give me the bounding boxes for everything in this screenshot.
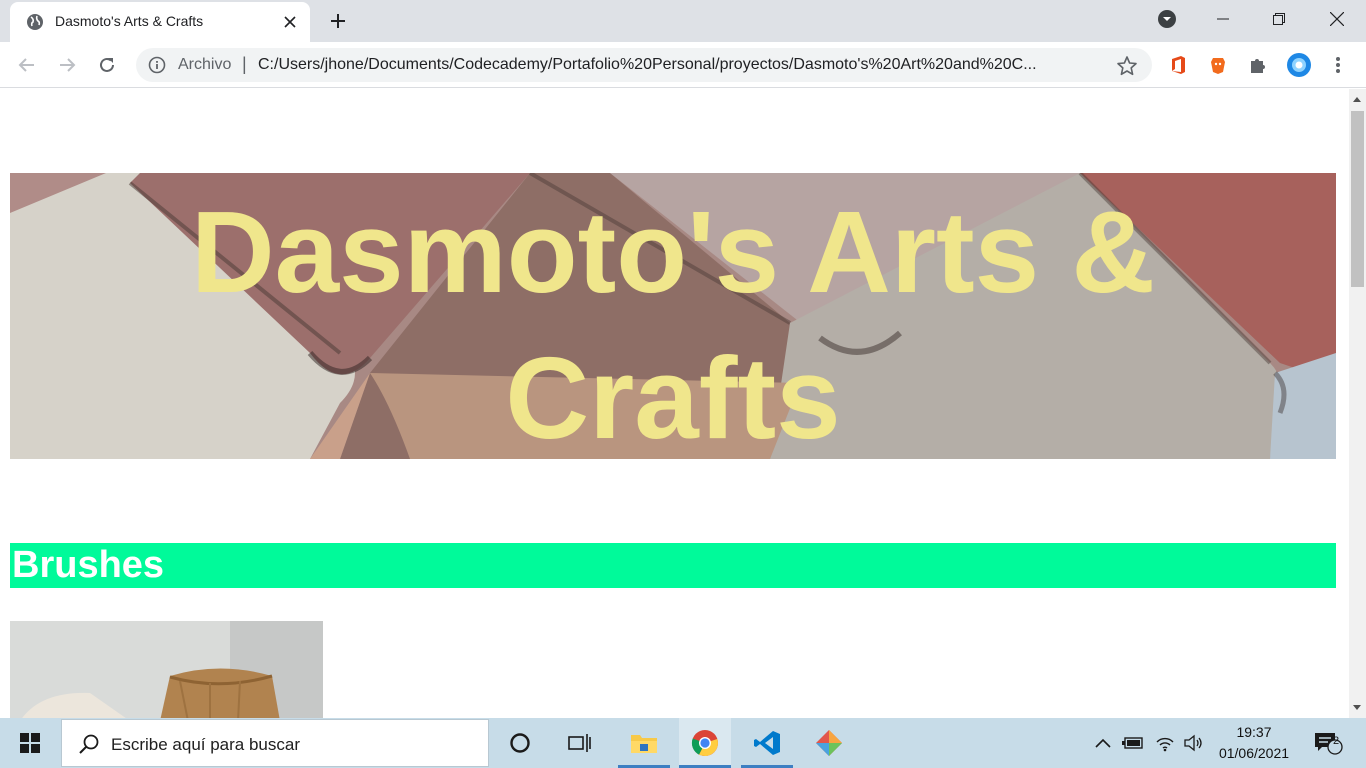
git-taskbar-button[interactable] — [803, 718, 855, 768]
chrome-taskbar-button[interactable] — [679, 718, 731, 768]
task-view-icon — [568, 734, 591, 752]
file-explorer-button[interactable] — [618, 718, 670, 768]
minimize-button[interactable] — [1194, 0, 1252, 38]
search-placeholder: Escribe aquí para buscar — [111, 735, 300, 754]
restore-icon — [1273, 13, 1285, 25]
hero-banner: Dasmoto's Arts & Crafts — [10, 173, 1336, 459]
tab-title: Dasmoto's Arts & Crafts — [55, 13, 204, 29]
scroll-up-icon[interactable] — [1353, 97, 1361, 102]
arrow-left-icon — [18, 58, 34, 72]
new-tab-button[interactable] — [324, 7, 352, 35]
taskbar-search-box[interactable]: Escribe aquí para buscar — [61, 719, 489, 767]
puzzle-extensions-icon — [1251, 59, 1265, 73]
brave-extension-button[interactable] — [1204, 51, 1232, 79]
clock-time: 19:37 — [1236, 724, 1272, 740]
kebab-menu-icon — [1336, 57, 1340, 73]
page-viewport: Dasmoto's Arts & Crafts Brushes — [0, 89, 1349, 718]
chrome-menu-button[interactable] — [1324, 51, 1352, 79]
close-icon — [1330, 12, 1344, 26]
tab-search-button[interactable] — [1138, 0, 1196, 38]
volume-control[interactable] — [1180, 718, 1206, 768]
brushes-section-heading: Brushes — [10, 543, 1336, 588]
chevron-up-icon — [1095, 738, 1111, 748]
brave-lion-icon — [1211, 58, 1225, 74]
windows-logo-icon — [20, 733, 40, 753]
page-scrollbar[interactable] — [1349, 89, 1366, 718]
chevron-down-circle-icon — [1158, 10, 1176, 28]
section-heading-text: Brushes — [12, 544, 165, 586]
minimize-icon — [1217, 18, 1229, 20]
action-center-button[interactable]: 2 — [1306, 718, 1350, 768]
notification-count-badge: 2 — [1332, 735, 1340, 747]
wifi-icon — [1156, 737, 1174, 752]
office-extension-button[interactable] — [1164, 51, 1192, 79]
url-text[interactable]: C:/Users/jhone/Documents/Codecademy/Port… — [258, 56, 1104, 74]
close-tab-button[interactable] — [278, 10, 302, 34]
battery-status[interactable] — [1120, 718, 1146, 768]
close-window-button[interactable] — [1308, 0, 1366, 38]
cortana-button[interactable] — [494, 718, 546, 768]
office-icon — [1172, 56, 1185, 74]
browser-toolbar: Archivo | C:/Users/jhone/Documents/Codec… — [0, 42, 1366, 88]
bookmark-star-icon[interactable] — [1116, 55, 1138, 77]
vscode-taskbar-button[interactable] — [741, 718, 793, 768]
search-icon — [79, 734, 99, 754]
reload-icon — [100, 57, 114, 72]
battery-icon — [1122, 737, 1143, 749]
brush-photo — [10, 621, 323, 718]
system-clock[interactable]: 19:37 01/06/2021 — [1206, 722, 1302, 764]
restore-button[interactable] — [1250, 0, 1308, 38]
clock-date: 01/06/2021 — [1218, 745, 1290, 761]
globe-icon — [27, 14, 43, 30]
speaker-icon — [1184, 734, 1202, 752]
cortana-icon — [510, 733, 530, 753]
plus-icon — [331, 14, 345, 28]
info-icon[interactable] — [148, 56, 166, 74]
network-status[interactable] — [1152, 718, 1178, 768]
chrome-icon — [691, 730, 718, 757]
brush-image — [10, 621, 323, 718]
back-button[interactable] — [13, 51, 41, 79]
start-button[interactable] — [0, 718, 60, 768]
reload-button[interactable] — [93, 51, 121, 79]
tab-strip: Dasmoto's Arts & Crafts — [0, 0, 1366, 42]
file-explorer-icon — [631, 735, 657, 753]
scheme-label: Archivo — [178, 56, 232, 73]
task-view-button[interactable] — [554, 718, 606, 768]
scrollbar-thumb[interactable] — [1351, 111, 1364, 287]
extensions-button[interactable] — [1244, 51, 1272, 79]
show-hidden-icons-button[interactable] — [1092, 718, 1114, 768]
forward-button[interactable] — [53, 51, 81, 79]
browser-tab[interactable]: Dasmoto's Arts & Crafts — [10, 2, 310, 42]
scheme-separator: | — [242, 54, 247, 74]
git-icon — [816, 730, 842, 756]
address-bar[interactable]: Archivo | C:/Users/jhone/Documents/Codec… — [136, 48, 1152, 82]
profile-avatar — [1287, 53, 1311, 77]
scroll-down-icon[interactable] — [1353, 705, 1361, 710]
close-icon — [284, 16, 296, 28]
profile-button[interactable] — [1285, 51, 1313, 79]
windows-taskbar: Escribe aquí para buscar 19:37 01/06/202… — [0, 718, 1366, 768]
hero-title: Dasmoto's Arts & Crafts — [190, 187, 1156, 459]
vscode-icon — [754, 731, 780, 755]
arrow-right-icon — [60, 58, 76, 72]
